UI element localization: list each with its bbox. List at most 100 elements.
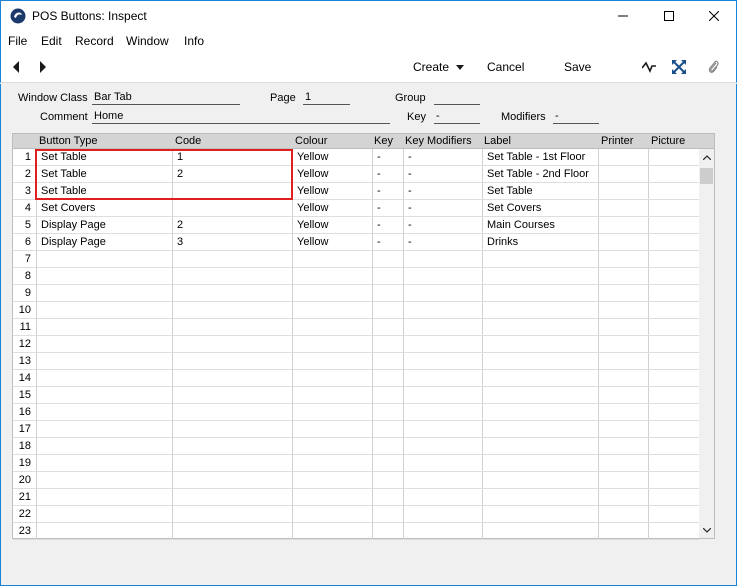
close-button[interactable] bbox=[691, 1, 737, 31]
activity-button[interactable] bbox=[641, 59, 657, 75]
cell-colour[interactable]: Yellow bbox=[297, 185, 328, 197]
cell-key[interactable]: - bbox=[377, 219, 381, 231]
cell-button-type[interactable]: Display Page bbox=[41, 236, 106, 248]
cell-button-type[interactable]: Display Page bbox=[41, 219, 106, 231]
scroll-down-button[interactable] bbox=[699, 522, 714, 538]
col-header-button-type[interactable]: Button Type bbox=[39, 135, 98, 147]
grid-header: Button Type Code Colour Key Key Modifier… bbox=[13, 134, 714, 149]
col-header-printer[interactable]: Printer bbox=[601, 135, 633, 147]
cell-key[interactable]: - bbox=[377, 185, 381, 197]
col-header-label[interactable]: Label bbox=[484, 135, 511, 147]
cell-key[interactable]: - bbox=[377, 202, 381, 214]
table-row[interactable]: 12 bbox=[13, 336, 699, 353]
chevron-down-icon bbox=[456, 65, 465, 71]
cell-key-modifiers[interactable]: - bbox=[408, 236, 412, 248]
col-header-key-modifiers[interactable]: Key Modifiers bbox=[405, 135, 472, 147]
col-header-key[interactable]: Key bbox=[374, 135, 393, 147]
cell-colour[interactable]: Yellow bbox=[297, 202, 328, 214]
cell-label[interactable]: Set Table - 2nd Floor bbox=[487, 168, 589, 180]
table-row[interactable]: 14 bbox=[13, 370, 699, 387]
table-row[interactable]: 11 bbox=[13, 319, 699, 336]
menu-info[interactable]: Info bbox=[184, 34, 204, 48]
menu-bar: File Edit Record Window Info bbox=[0, 31, 737, 51]
create-button[interactable]: Create bbox=[413, 60, 465, 74]
menu-edit[interactable]: Edit bbox=[41, 34, 62, 48]
next-record-button[interactable] bbox=[35, 59, 51, 75]
maximize-button[interactable] bbox=[646, 1, 692, 31]
cell-key[interactable]: - bbox=[377, 168, 381, 180]
cell-key-modifiers[interactable]: - bbox=[408, 185, 412, 197]
table-row[interactable]: 15 bbox=[13, 387, 699, 404]
row-number: 11 bbox=[19, 321, 31, 333]
menu-file[interactable]: File bbox=[8, 34, 27, 48]
cell-key-modifiers[interactable]: - bbox=[408, 219, 412, 231]
col-header-picture[interactable]: Picture bbox=[651, 135, 685, 147]
window-class-field[interactable]: Bar Tab bbox=[92, 91, 240, 105]
table-row[interactable]: 7 bbox=[13, 251, 699, 268]
table-row[interactable]: 21 bbox=[13, 489, 699, 506]
row-number: 2 bbox=[24, 168, 31, 180]
page-label: Page bbox=[270, 92, 296, 104]
table-row[interactable]: 16 bbox=[13, 404, 699, 421]
cell-key-modifiers[interactable]: - bbox=[408, 151, 412, 163]
table-row[interactable]: 4 Set Covers Yellow - - Set Covers bbox=[13, 200, 699, 217]
table-row[interactable]: 6 Display Page 3 Yellow - - Drinks bbox=[13, 234, 699, 251]
page-field[interactable]: 1 bbox=[303, 91, 350, 105]
cell-label[interactable]: Set Table bbox=[487, 185, 533, 197]
cell-key[interactable]: - bbox=[377, 151, 381, 163]
table-row[interactable]: 8 bbox=[13, 268, 699, 285]
table-row[interactable]: 13 bbox=[13, 353, 699, 370]
scroll-thumb[interactable] bbox=[700, 168, 713, 184]
table-row[interactable]: 18 bbox=[13, 438, 699, 455]
row-number: 14 bbox=[18, 372, 31, 384]
row-number: 9 bbox=[24, 287, 31, 299]
vertical-scrollbar[interactable] bbox=[699, 149, 714, 538]
cell-colour[interactable]: Yellow bbox=[297, 219, 328, 231]
cell-colour[interactable]: Yellow bbox=[297, 151, 328, 163]
minimize-button[interactable] bbox=[600, 1, 646, 31]
cell-label[interactable]: Drinks bbox=[487, 236, 518, 248]
row-number: 4 bbox=[24, 202, 31, 214]
key-field[interactable]: - bbox=[434, 110, 480, 124]
col-header-colour[interactable]: Colour bbox=[295, 135, 327, 147]
scroll-up-button[interactable] bbox=[699, 149, 714, 165]
expand-button[interactable] bbox=[671, 59, 687, 75]
row-number: 18 bbox=[18, 440, 31, 452]
cell-key-modifiers[interactable]: - bbox=[408, 202, 412, 214]
cell-label[interactable]: Set Covers bbox=[487, 202, 541, 214]
col-header-code[interactable]: Code bbox=[175, 135, 201, 147]
arrow-left-icon bbox=[13, 61, 19, 73]
cancel-button[interactable]: Cancel bbox=[487, 60, 524, 74]
row-number: 13 bbox=[18, 355, 31, 367]
cell-code[interactable]: 2 bbox=[177, 219, 183, 231]
row-number: 19 bbox=[18, 457, 31, 469]
menu-record[interactable]: Record bbox=[75, 34, 114, 48]
key-label: Key bbox=[407, 111, 426, 123]
group-field[interactable] bbox=[434, 91, 480, 105]
cell-button-type[interactable]: Set Covers bbox=[41, 202, 95, 214]
save-button[interactable]: Save bbox=[564, 60, 591, 74]
modifiers-field[interactable]: - bbox=[553, 110, 599, 124]
table-row[interactable]: 20 bbox=[13, 472, 699, 489]
cell-key-modifiers[interactable]: - bbox=[408, 168, 412, 180]
pulse-icon bbox=[642, 61, 656, 73]
table-row[interactable]: 10 bbox=[13, 302, 699, 319]
table-row[interactable]: 19 bbox=[13, 455, 699, 472]
cell-code[interactable]: 3 bbox=[177, 236, 183, 248]
comment-field[interactable]: Home bbox=[92, 110, 390, 124]
cell-colour[interactable]: Yellow bbox=[297, 168, 328, 180]
cell-label[interactable]: Set Table - 1st Floor bbox=[487, 151, 585, 163]
table-row[interactable]: 5 Display Page 2 Yellow - - Main Courses bbox=[13, 217, 699, 234]
previous-record-button[interactable] bbox=[8, 59, 24, 75]
table-row[interactable]: 9 bbox=[13, 285, 699, 302]
paperclip-icon bbox=[708, 60, 719, 73]
cell-colour[interactable]: Yellow bbox=[297, 236, 328, 248]
table-row[interactable]: 17 bbox=[13, 421, 699, 438]
menu-window[interactable]: Window bbox=[126, 34, 169, 48]
row-number: 12 bbox=[18, 338, 31, 350]
cell-label[interactable]: Main Courses bbox=[487, 219, 555, 231]
table-row[interactable]: 22 bbox=[13, 506, 699, 523]
table-row[interactable]: 23 bbox=[13, 523, 699, 540]
attachment-button[interactable] bbox=[705, 59, 721, 75]
cell-key[interactable]: - bbox=[377, 236, 381, 248]
